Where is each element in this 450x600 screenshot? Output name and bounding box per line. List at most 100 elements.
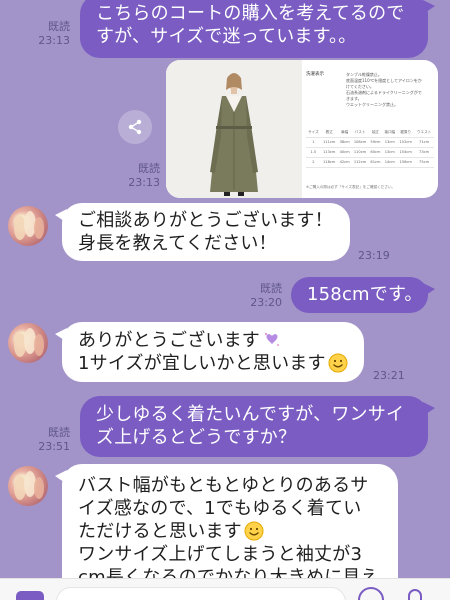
size-cell: 60cm xyxy=(368,147,383,158)
incoming-message[interactable]: バスト幅がもともとゆとりのあるサ イズ感なので、1でもゆるく着てい ただけると思… xyxy=(55,464,398,578)
outgoing-message[interactable]: 158cmです。 xyxy=(291,277,435,313)
message-text: ありがとうございます xyxy=(78,330,260,351)
size-cell: 14cm xyxy=(382,157,398,168)
message-meta: 既読 23:13 xyxy=(36,20,70,48)
size-cell: 154cm xyxy=(397,147,415,158)
avatar-image xyxy=(14,471,44,500)
message-line: ズ上げるとどうですか？ xyxy=(96,427,297,448)
size-header-cell: 裾周り xyxy=(397,128,415,138)
mic-icon[interactable] xyxy=(408,589,422,600)
size-header-cell: ウエスト xyxy=(414,128,434,138)
size-cell: 156cm xyxy=(397,157,415,168)
message-meta: 23:21 xyxy=(373,369,405,383)
smiling-face-emoji xyxy=(328,353,348,373)
smiling-face-emoji xyxy=(244,521,264,541)
message-time: 23:13 xyxy=(38,34,70,47)
size-note: ※ご購入の際は必ず「サイズ表記」をご確認ください。 xyxy=(306,185,396,189)
incoming-message[interactable]: ご相談ありがとうございます！ 身長を教えてください！ xyxy=(55,203,350,261)
size-cell: 108cm xyxy=(351,137,369,148)
message-meta: 既読 23:51 xyxy=(36,426,70,454)
size-header-cell: バスト xyxy=(351,128,369,138)
trench-coat-model-image xyxy=(166,60,302,198)
size-chart: 洗濯表示 タンブル乾燥禁止。 底面温度110℃を限度としてアイロンをか けてくだ… xyxy=(306,66,434,194)
message-time: 23:21 xyxy=(373,369,405,382)
message-time: 23:51 xyxy=(38,440,70,453)
contact-avatar[interactable] xyxy=(8,323,48,363)
size-cell: 59cm xyxy=(368,137,383,148)
care-line: ウエットクリーニング禁止。 xyxy=(346,102,398,107)
product-image-message[interactable]: 洗濯表示 タンブル乾燥禁止。 底面温度110℃を限度としてアイロンをか けてくだ… xyxy=(166,60,438,198)
size-header-cell: 肩幅 xyxy=(337,128,352,138)
message-meta: 既読 23:20 xyxy=(248,282,282,310)
message-line: 158cmです。 xyxy=(307,284,423,305)
contact-avatar[interactable] xyxy=(8,466,48,506)
message-line: イズ感なので、1でもゆるく着てい xyxy=(78,498,362,519)
message-line: ありがとうございます xyxy=(78,329,348,352)
share-button[interactable] xyxy=(118,110,152,144)
size-table: サイズ 着丈 肩幅 バスト 袖丈 袖口幅 裾周り ウエスト 1 111cm 38… xyxy=(306,128,434,168)
read-receipt: 既読 xyxy=(260,282,282,295)
chat-area[interactable]: 既読 23:13 こちらのコートの購入を考えてるので すが、サイズで迷っています… xyxy=(0,0,450,578)
message-line: ただけると思います xyxy=(78,520,382,543)
message-input[interactable] xyxy=(56,587,346,600)
size-header-cell: 袖丈 xyxy=(368,128,383,138)
size-header-cell: サイズ xyxy=(306,128,321,138)
message-line: ご相談ありがとうございます！ xyxy=(78,210,333,231)
size-cell: 71cm xyxy=(414,137,434,148)
size-cell: 75cm xyxy=(414,157,434,168)
message-text: 1サイズが宜しいかと思います xyxy=(78,353,326,374)
message-line: 身長を教えてください！ xyxy=(78,233,277,254)
message-line: cm長くなるのでかなり大きめに見え xyxy=(78,567,379,578)
read-receipt: 既読 xyxy=(138,162,160,175)
message-line: 少しゆるく着たいんですが、ワンサイ xyxy=(96,404,405,425)
read-receipt: 既読 xyxy=(48,20,70,33)
message-line: バスト幅がもともとゆとりのあるサ xyxy=(78,475,369,496)
outgoing-message[interactable]: 少しゆるく着たいんですが、ワンサイ ズ上げるとどうですか？ xyxy=(80,396,435,457)
plus-icon[interactable] xyxy=(16,591,44,600)
size-cell: 73cm xyxy=(414,147,434,158)
size-cell: 152cm xyxy=(397,137,415,148)
emoji-icon[interactable] xyxy=(358,587,384,600)
avatar-image xyxy=(14,328,44,357)
message-line: こちらのコートの購入を考えてるので xyxy=(96,3,405,24)
size-cell: 13cm xyxy=(382,147,398,158)
incoming-message[interactable]: ありがとうございます 1サイズが宜しいかと思います xyxy=(55,322,364,382)
outgoing-message[interactable]: こちらのコートの購入を考えてるので すが、サイズで迷っています。。 xyxy=(80,0,435,58)
size-cell: 1.5 xyxy=(306,147,321,158)
size-cell: 2 xyxy=(306,157,321,168)
sparkle-hearts-emoji xyxy=(264,332,279,346)
size-cell: 112cm xyxy=(351,157,369,168)
size-cell: 110cm xyxy=(351,147,369,158)
message-composer xyxy=(0,578,450,600)
avatar-image xyxy=(14,211,44,240)
message-line: すが、サイズで迷っています。。 xyxy=(96,26,357,47)
size-header-cell: 袖口幅 xyxy=(382,128,398,138)
share-icon xyxy=(128,119,142,135)
read-receipt: 既読 xyxy=(48,426,70,439)
message-line: ワンサイズ上げてしまうと袖丈が3 xyxy=(78,544,363,565)
message-line: 1サイズが宜しいかと思います xyxy=(78,352,348,375)
size-cell: 1 xyxy=(306,137,321,148)
size-table-header: サイズ 着丈 肩幅 バスト 袖丈 袖口幅 裾周り ウエスト xyxy=(306,128,434,138)
size-cell: 113cm xyxy=(320,147,338,158)
coat-photo xyxy=(166,60,302,198)
size-table-row: 1 111cm 38cm 108cm 59cm 13cm 152cm 71cm xyxy=(306,137,434,148)
care-instructions: タンブル乾燥禁止。 底面温度110℃を限度としてアイロンをか けてください。 石… xyxy=(346,72,434,108)
size-cell: 38cm xyxy=(337,137,352,148)
message-meta: 既読 23:13 xyxy=(126,162,160,190)
size-cell: 61cm xyxy=(368,157,383,168)
size-table-row: 2 118cm 42cm 112cm 61cm 14cm 156cm 75cm xyxy=(306,157,434,168)
message-time: 23:20 xyxy=(250,296,282,309)
size-cell: 40cm xyxy=(337,147,352,158)
care-title: 洗濯表示 xyxy=(306,72,324,77)
message-meta: 23:19 xyxy=(358,249,390,263)
size-cell: 118cm xyxy=(320,157,338,168)
size-cell: 13cm xyxy=(382,137,398,148)
contact-avatar[interactable] xyxy=(8,206,48,246)
size-table-row: 1.5 113cm 40cm 110cm 60cm 13cm 154cm 73c… xyxy=(306,147,434,158)
size-cell: 42cm xyxy=(337,157,352,168)
size-cell: 111cm xyxy=(320,137,338,148)
message-time: 23:19 xyxy=(358,249,390,262)
message-text: ただけると思います xyxy=(78,521,242,542)
message-time: 23:13 xyxy=(128,176,160,189)
